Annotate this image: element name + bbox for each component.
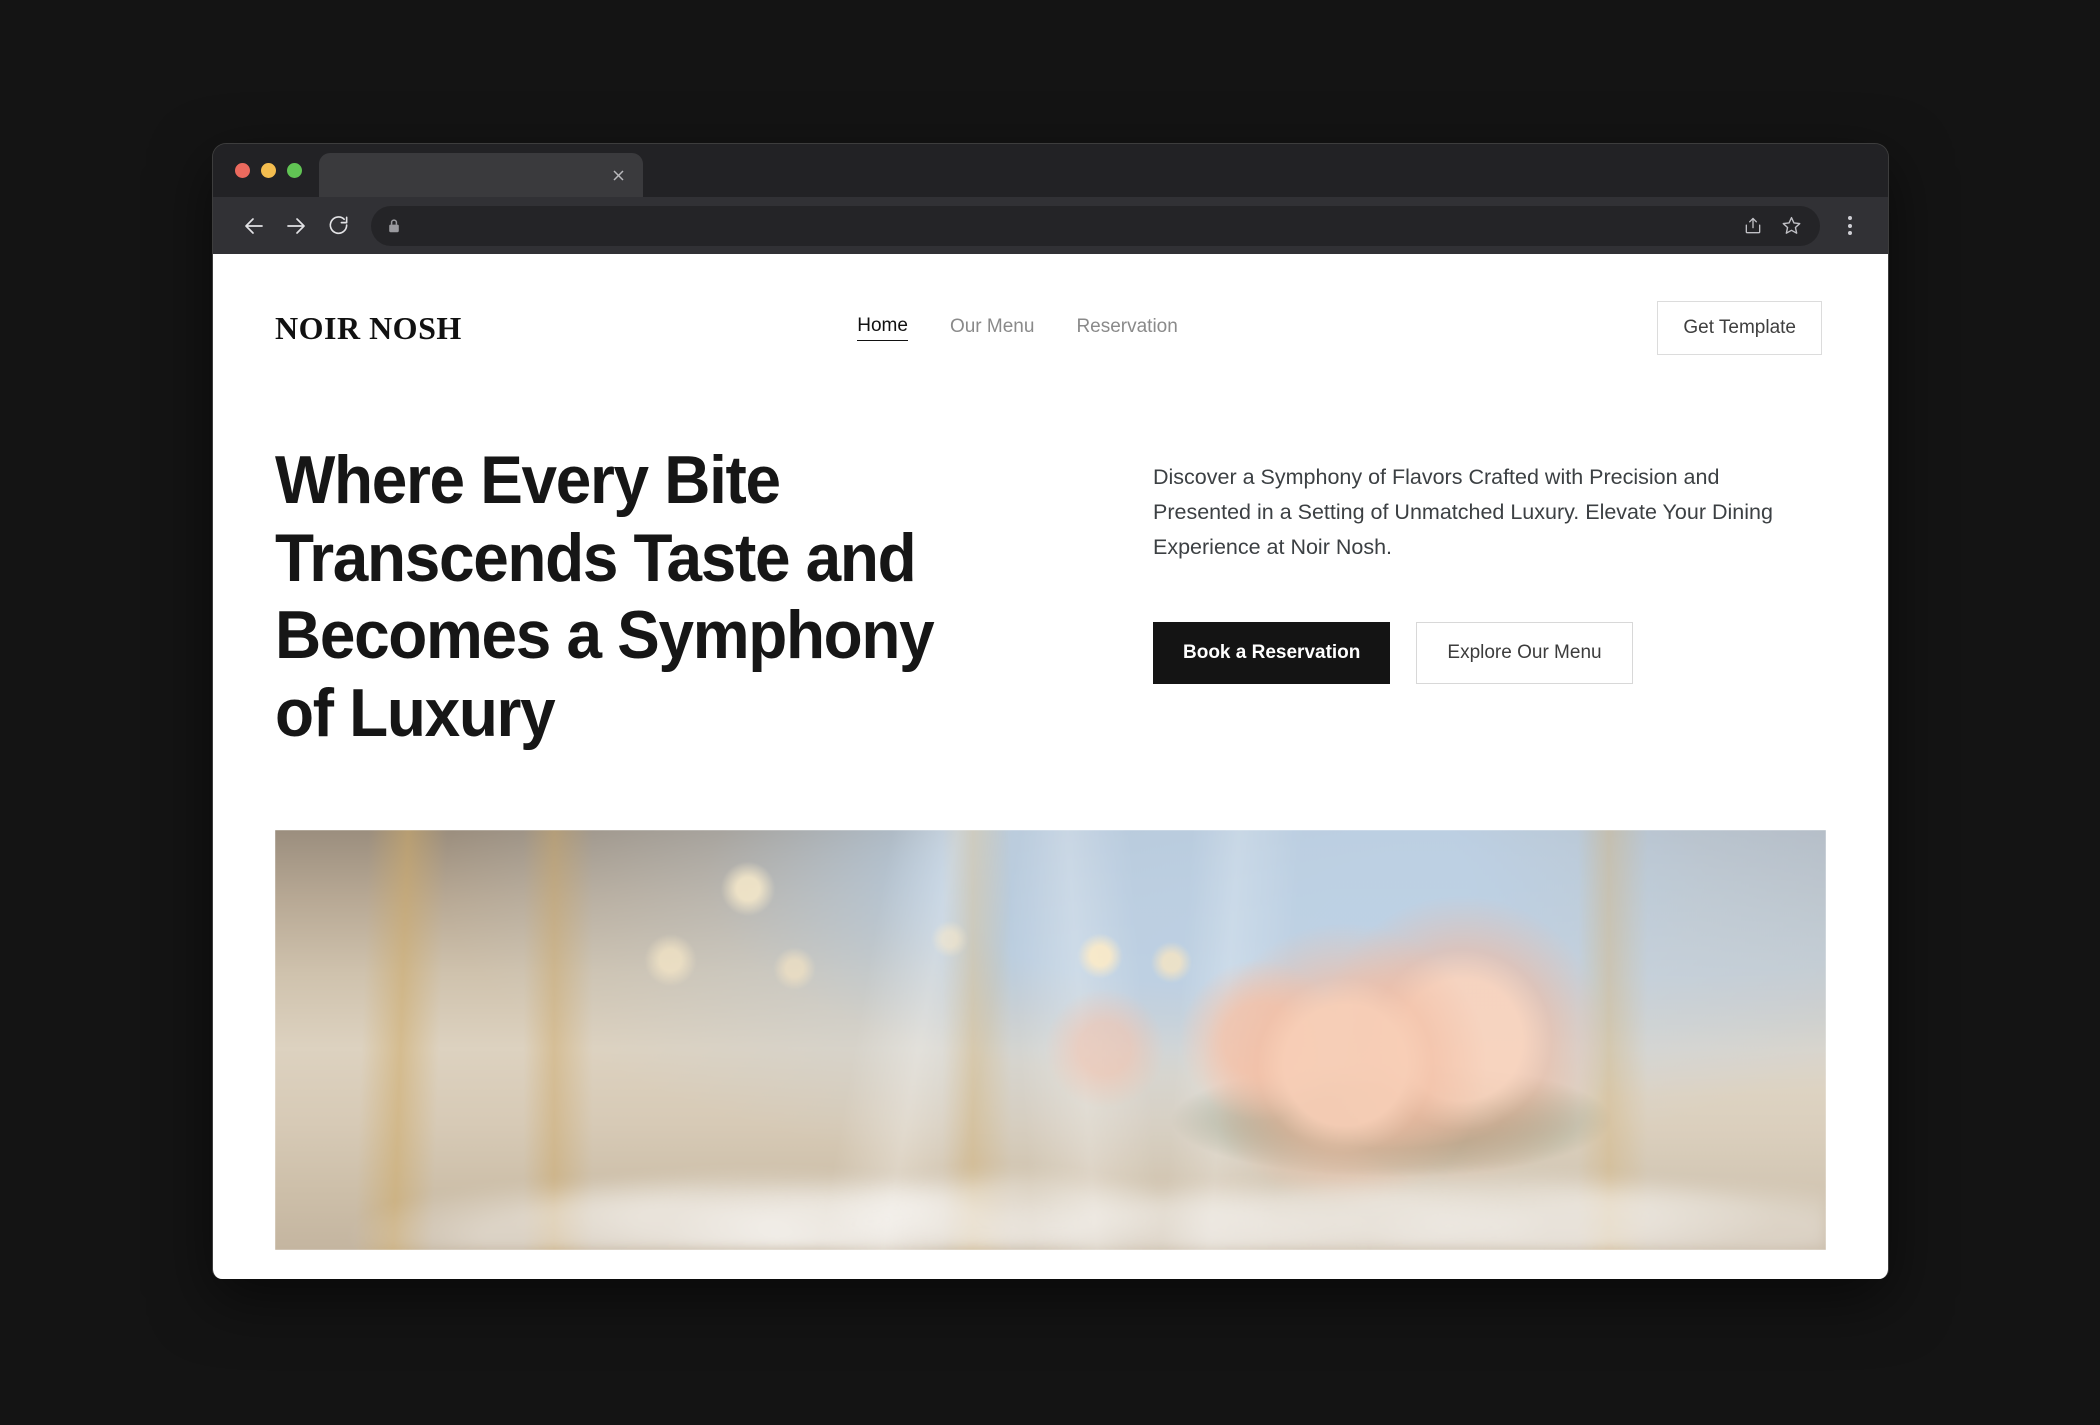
hero-aside-column: Discover a Symphony of Flavors Crafted w… <box>1035 442 1822 752</box>
hero-subtitle: Discover a Symphony of Flavors Crafted w… <box>1153 465 1773 559</box>
maximize-window-button[interactable] <box>287 163 302 178</box>
nav-item-reservation[interactable]: Reservation <box>1076 316 1177 341</box>
address-bar[interactable] <box>371 205 1820 246</box>
close-icon[interactable] <box>607 164 629 186</box>
browser-tab[interactable] <box>319 153 643 197</box>
hero-image <box>275 830 1826 1251</box>
browser-toolbar <box>213 197 1888 254</box>
hero-text-column: Where Every Bite Transcends Taste and Be… <box>275 442 1035 752</box>
book-reservation-button[interactable]: Book a Reservation <box>1153 622 1391 685</box>
three-dot-menu-icon[interactable] <box>1830 206 1870 246</box>
restaurant-interior-photo <box>275 830 1826 1251</box>
forward-arrow-icon[interactable] <box>275 205 317 247</box>
site-logo[interactable]: NOIR NOSH <box>275 310 462 347</box>
nav-item-home[interactable]: Home <box>857 315 908 341</box>
nav-item-our-menu[interactable]: Our Menu <box>950 316 1034 341</box>
back-arrow-icon[interactable] <box>233 205 275 247</box>
page-viewport: NOIR NOSH Home Our Menu Reservation Get … <box>213 254 1888 1279</box>
browser-window: NOIR NOSH Home Our Menu Reservation Get … <box>212 143 1889 1279</box>
minimize-window-button[interactable] <box>261 163 276 178</box>
tab-strip <box>213 144 1888 197</box>
omnibox-actions <box>1743 215 1804 236</box>
main-navigation: Home Our Menu Reservation <box>857 315 1178 341</box>
page-title: Where Every Bite Transcends Taste and Be… <box>275 442 935 751</box>
star-icon[interactable] <box>1781 215 1802 236</box>
share-icon[interactable] <box>1743 216 1763 236</box>
get-template-button[interactable]: Get Template <box>1657 301 1822 355</box>
hero-cta-group: Book a Reservation Explore Our Menu <box>1153 622 1822 685</box>
window-controls <box>227 144 312 197</box>
explore-menu-button[interactable]: Explore Our Menu <box>1416 622 1633 685</box>
hero-section: Where Every Bite Transcends Taste and Be… <box>213 366 1888 752</box>
reload-icon[interactable] <box>317 205 359 247</box>
site-header: NOIR NOSH Home Our Menu Reservation Get … <box>213 254 1888 366</box>
close-window-button[interactable] <box>235 163 250 178</box>
lock-icon <box>387 218 401 234</box>
